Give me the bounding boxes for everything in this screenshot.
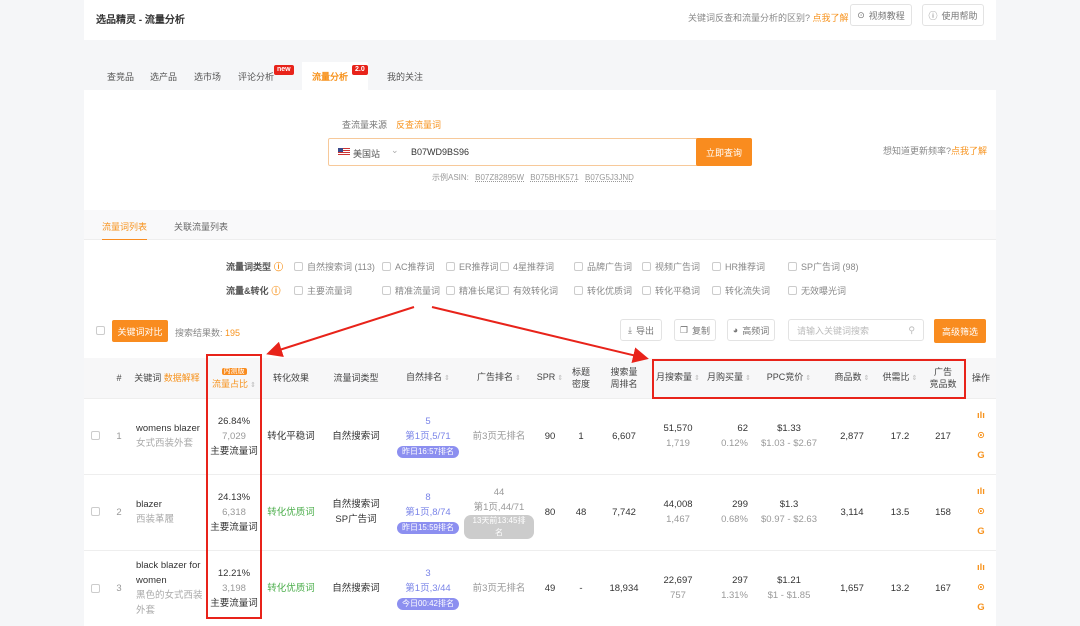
arrow-right xyxy=(432,307,645,358)
arrow-left xyxy=(270,307,414,353)
annotation-arrows xyxy=(0,0,1080,624)
